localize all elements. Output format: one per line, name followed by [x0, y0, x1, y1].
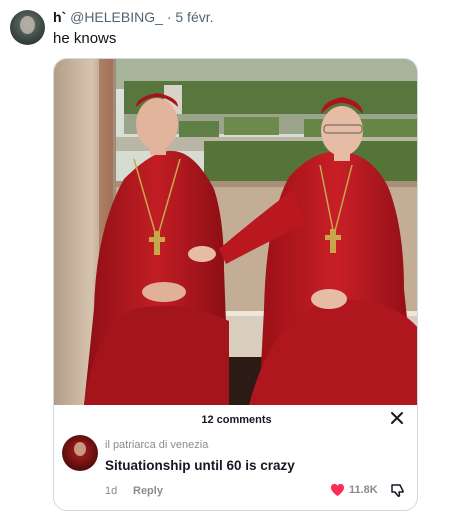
reply-button[interactable]: Reply — [133, 485, 163, 497]
close-icon[interactable] — [389, 410, 405, 426]
comment-avatar[interactable] — [62, 435, 98, 471]
tweet-header: h` @HELEBING_ · 5 févr. he knows — [0, 0, 474, 56]
photo[interactable] — [54, 59, 418, 405]
media-card[interactable]: 12 comments il patriarca di venezia Situ… — [53, 58, 418, 511]
like-button[interactable]: 11.8K — [330, 481, 378, 499]
handle[interactable]: @HELEBING_ — [70, 9, 163, 25]
display-name[interactable]: h` — [53, 9, 66, 25]
comment-text: Situationship until 60 is crazy — [105, 458, 295, 473]
comments-sheet: 12 comments il patriarca di venezia Situ… — [54, 405, 417, 510]
user-line: h` @HELEBING_ · 5 févr. — [53, 9, 214, 25]
comment-time: 1d — [105, 485, 118, 497]
tweet-text: he knows — [53, 30, 117, 47]
tweet-date[interactable]: 5 févr. — [175, 9, 213, 25]
comments-count-title: 12 comments — [201, 414, 272, 426]
heart-icon[interactable] — [330, 483, 345, 497]
dislike-icon[interactable] — [390, 482, 406, 498]
like-count: 11.8K — [349, 484, 378, 496]
avatar[interactable] — [10, 10, 45, 45]
comment-username[interactable]: il patriarca di venezia — [105, 439, 208, 451]
separator: · — [166, 9, 172, 25]
